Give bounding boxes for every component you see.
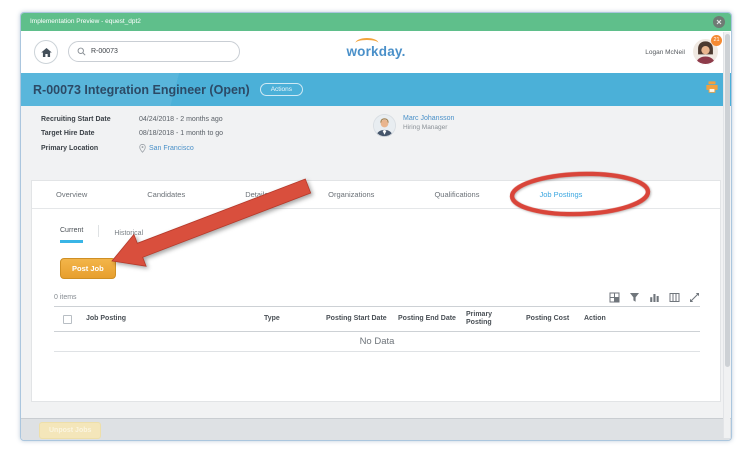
items-count: 0 items bbox=[54, 294, 77, 301]
field-value: 08/18/2018 - 1 month to go bbox=[139, 130, 223, 137]
search-icon bbox=[77, 47, 86, 56]
expand-icon[interactable] bbox=[689, 292, 700, 303]
implementation-preview-banner: Implementation Preview - equest_dpt2 bbox=[21, 13, 731, 31]
columns-icon[interactable] bbox=[669, 292, 680, 303]
chart-icon[interactable] bbox=[649, 292, 660, 303]
col-posting-end-date: Posting End Date bbox=[394, 307, 462, 332]
field-value: 04/24/2018 - 2 months ago bbox=[139, 116, 223, 123]
no-data-row: No Data bbox=[54, 332, 700, 352]
col-job-posting: Job Posting bbox=[82, 307, 260, 332]
printer-icon bbox=[705, 81, 719, 94]
footer-bar: Unpost Jobs bbox=[21, 418, 731, 441]
close-icon bbox=[716, 19, 722, 25]
subtab-historical[interactable]: Historical bbox=[114, 230, 143, 243]
requisition-card: Overview Candidates Details Organization… bbox=[31, 180, 721, 402]
app-window: Implementation Preview - equest_dpt2 wor… bbox=[20, 12, 732, 441]
workday-logo-arc bbox=[355, 38, 378, 48]
requisition-content: Recruiting Start Date 04/24/2018 - 2 mon… bbox=[21, 106, 731, 418]
global-search[interactable] bbox=[68, 41, 240, 62]
primary-location-link[interactable]: San Francisco bbox=[149, 145, 194, 152]
scrollbar-thumb[interactable] bbox=[725, 34, 730, 367]
job-postings-table: Job Posting Type Posting Start Date Post… bbox=[54, 306, 700, 352]
close-banner-button[interactable] bbox=[713, 16, 725, 28]
hiring-manager-role: Hiring Manager bbox=[403, 124, 454, 131]
hiring-manager-block: Marc Johansson Hiring Manager bbox=[373, 114, 454, 137]
workday-logo: workday. bbox=[346, 44, 405, 59]
field-label: Recruiting Start Date bbox=[41, 116, 139, 123]
select-all-checkbox[interactable] bbox=[63, 315, 72, 324]
tab-job-postings[interactable]: Job Postings bbox=[539, 190, 582, 199]
unpost-jobs-button[interactable]: Unpost Jobs bbox=[39, 422, 101, 439]
actions-button[interactable]: Actions bbox=[260, 83, 303, 96]
requisition-title-bar: R-00073 Integration Engineer (Open) Acti… bbox=[21, 73, 731, 106]
field-row: Recruiting Start Date 04/24/2018 - 2 mon… bbox=[41, 116, 223, 123]
tab-qualifications[interactable]: Qualifications bbox=[434, 190, 479, 199]
tab-overview[interactable]: Overview bbox=[56, 190, 87, 199]
banner-title: Implementation Preview - equest_dpt2 bbox=[30, 18, 141, 25]
tab-details[interactable]: Details bbox=[245, 190, 268, 199]
location-pin-icon bbox=[139, 144, 146, 153]
global-header: workday. Logan McNeil 21 bbox=[21, 31, 731, 73]
field-row: Target Hire Date 08/18/2018 - 1 month to… bbox=[41, 130, 223, 137]
grid-toolbar: 0 items bbox=[54, 292, 700, 303]
hiring-manager-name[interactable]: Marc Johansson bbox=[403, 115, 454, 122]
tab-candidates[interactable]: Candidates bbox=[147, 190, 185, 199]
search-input[interactable] bbox=[91, 48, 211, 55]
hiring-manager-avatar[interactable] bbox=[373, 114, 396, 137]
col-posting-cost: Posting Cost bbox=[522, 307, 580, 332]
user-name: Logan McNeil bbox=[645, 49, 685, 56]
subtab-current[interactable]: Current bbox=[60, 227, 83, 243]
home-button[interactable] bbox=[34, 40, 58, 64]
filter-icon[interactable] bbox=[629, 292, 640, 303]
vertical-scrollbar[interactable] bbox=[723, 32, 730, 438]
field-row: Primary Location San Francisco bbox=[41, 144, 223, 153]
tab-organizations[interactable]: Organizations bbox=[328, 190, 374, 199]
col-type: Type bbox=[260, 307, 322, 332]
page-title: R-00073 Integration Engineer (Open) bbox=[33, 83, 250, 97]
field-label: Primary Location bbox=[41, 145, 139, 152]
sub-tabs: Current Historical bbox=[60, 217, 720, 243]
subtab-divider bbox=[98, 225, 99, 237]
print-button[interactable] bbox=[705, 81, 719, 99]
field-label: Target Hire Date bbox=[41, 130, 139, 137]
summary-fields: Recruiting Start Date 04/24/2018 - 2 mon… bbox=[41, 116, 223, 160]
no-data-text: No Data bbox=[54, 332, 700, 352]
table-header-row: Job Posting Type Posting Start Date Post… bbox=[54, 307, 700, 332]
export-grid-icon[interactable] bbox=[609, 292, 620, 303]
post-job-button[interactable]: Post Job bbox=[60, 258, 116, 279]
col-posting-start-date: Posting Start Date bbox=[322, 307, 394, 332]
user-avatar[interactable]: 21 bbox=[692, 38, 719, 65]
main-tabs: Overview Candidates Details Organization… bbox=[32, 181, 720, 209]
notification-badge[interactable]: 21 bbox=[711, 35, 722, 46]
col-action: Action bbox=[580, 307, 700, 332]
home-icon bbox=[40, 46, 53, 59]
col-primary-posting: Primary Posting bbox=[462, 307, 522, 332]
